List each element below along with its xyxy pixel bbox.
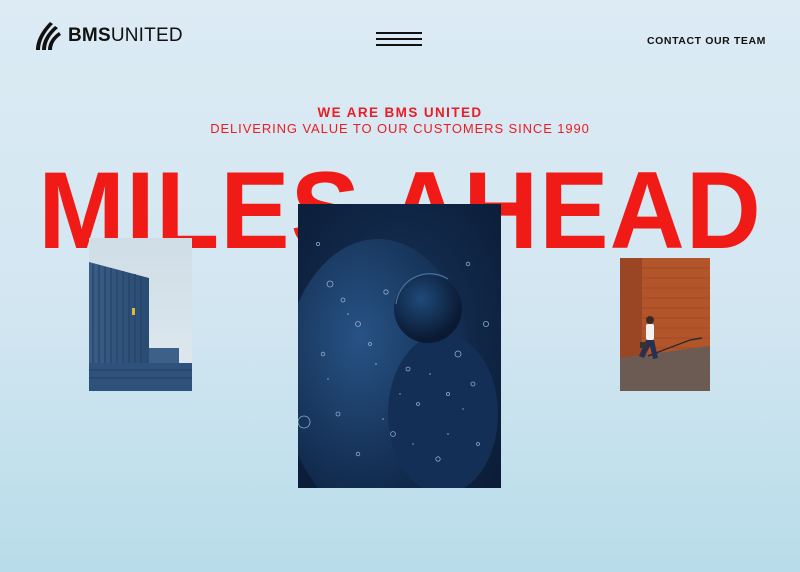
hero-subline: DELIVERING VALUE TO OUR CUSTOMERS SINCE … xyxy=(210,121,590,136)
contact-our-team-link[interactable]: CONTACT OUR TEAM xyxy=(647,35,766,47)
water-bubbles-photo[interactable] xyxy=(298,204,501,488)
hero-eyebrow: WE ARE BMS UNITED xyxy=(317,105,483,120)
shipping-container-photo[interactable] xyxy=(89,238,192,391)
person-walking-photo[interactable] xyxy=(620,258,710,391)
menu-button[interactable] xyxy=(376,32,422,46)
brand-logo[interactable]: BMSUNITED xyxy=(34,20,183,52)
brand-name: BMSUNITED xyxy=(68,25,183,46)
hero-tagline: WE ARE BMS UNITED DELIVERING VALUE TO OU… xyxy=(0,104,800,137)
site-header: BMSUNITED CONTACT OUR TEAM xyxy=(0,0,800,80)
bms-stripes-logo-icon xyxy=(36,22,61,50)
